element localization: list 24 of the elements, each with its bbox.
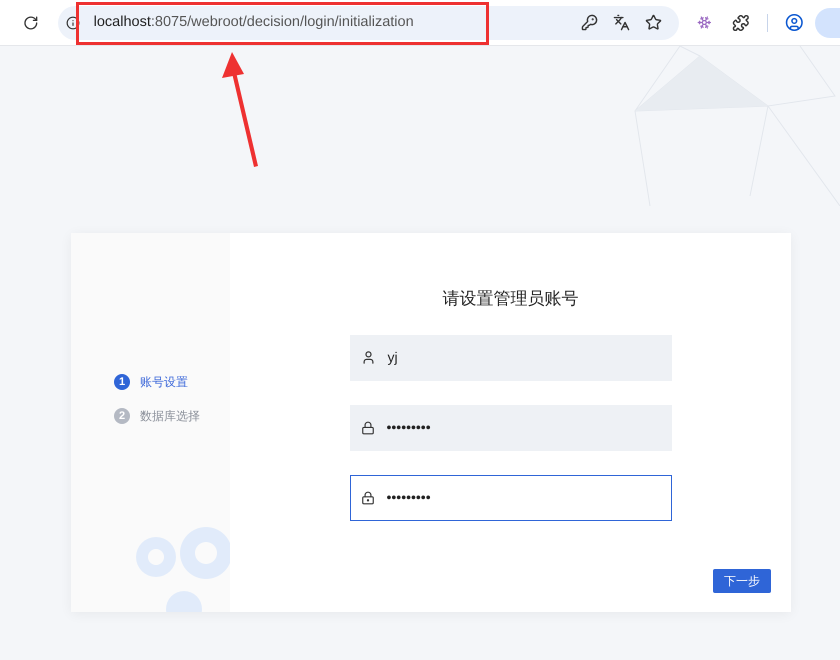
extensions-icon[interactable] — [732, 14, 750, 32]
url-text: localhost:8075/webroot/decision/login/initialization — [94, 12, 414, 32]
form-title: 请设置管理员账号 — [442, 288, 578, 310]
star-icon[interactable] — [644, 14, 662, 31]
input-field[interactable]: yj — [350, 334, 672, 380]
lock-icon — [360, 490, 374, 504]
key-icon[interactable] — [580, 14, 598, 31]
step-number: 1 — [114, 374, 130, 390]
snowflake-icon[interactable] — [696, 15, 712, 30]
input-field[interactable]: ••••••••• — [350, 474, 672, 520]
field-value: ••••••••• — [386, 418, 431, 437]
translate-icon[interactable] — [612, 14, 630, 31]
lock-icon — [360, 420, 374, 434]
step-number: 2 — [114, 408, 130, 424]
step-label[interactable]: 账号设置 — [140, 373, 188, 391]
info-icon — [66, 16, 80, 30]
next-button[interactable]: 下一步 — [713, 569, 771, 593]
profile-icon[interactable] — [785, 13, 804, 32]
user-icon — [360, 350, 376, 365]
reload-icon[interactable] — [23, 14, 39, 30]
address-bar[interactable]: localhost:8075/webroot/decision/login/initialization — [58, 6, 679, 40]
input-field[interactable]: ••••••••• — [350, 404, 672, 450]
field-value: yj — [388, 348, 398, 367]
field-value: ••••••••• — [386, 488, 431, 507]
